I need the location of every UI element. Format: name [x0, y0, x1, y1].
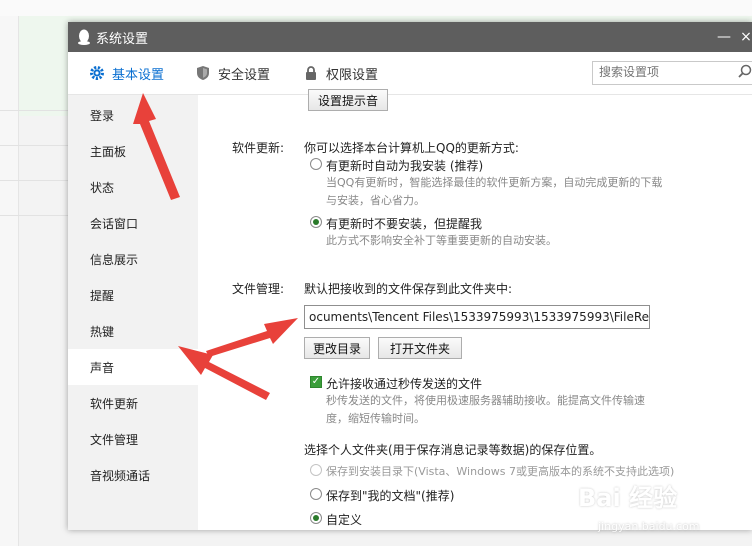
instant-transfer-description: 秒传发送的文件，将使用极速服务器辅助接收。能提高文件传输速 [326, 394, 645, 407]
tab-label: 基本设置 [112, 67, 165, 83]
sidebar-item-chat-window[interactable]: 会话窗口 [68, 205, 198, 241]
tab-security-settings[interactable]: 安全设置 [194, 52, 270, 94]
settings-content: 设置提示音 软件更新: 你可以选择本台计算机上QQ的更新方式: 有更新时自动为我… [198, 89, 752, 530]
minimize-button[interactable]: — [716, 29, 732, 45]
search-box[interactable] [592, 61, 752, 85]
sidebar-item-sound[interactable]: 声音 [68, 349, 198, 385]
change-directory-button[interactable]: 更改目录 [304, 337, 370, 359]
qq-penguin-icon [76, 29, 92, 45]
set-notification-sound-button[interactable]: 设置提示音 [308, 89, 388, 111]
instant-transfer-description-cont: 度，缩短传输时间。 [326, 412, 425, 425]
watermark-url: jingyan.baidu.com [598, 520, 700, 533]
remind-only-radio[interactable] [310, 216, 322, 228]
sidebar-item-main-panel[interactable]: 主面板 [68, 133, 198, 169]
open-folder-button[interactable]: 打开文件夹 [378, 337, 462, 359]
save-to-install-dir-label: 保存到安装目录下(Vista、Windows 7或更高版本的系统不支持此选项) [326, 465, 675, 478]
personal-folder-title: 选择个人文件夹(用于保存消息记录等数据)的保存位置。 [304, 443, 602, 457]
background-window-top [0, 0, 752, 17]
background-divider [0, 215, 68, 216]
settings-sidebar: 登录 主面板 状态 会话窗口 信息展示 提醒 热键 声音 软件更新 文件管理 音… [68, 95, 198, 530]
software-update-intro: 你可以选择本台计算机上QQ的更新方式: [304, 141, 519, 155]
background-divider [0, 180, 68, 181]
close-button[interactable]: × [738, 29, 752, 45]
sidebar-item-login[interactable]: 登录 [68, 97, 198, 133]
background-window-left [0, 16, 19, 546]
auto-install-radio[interactable] [310, 158, 322, 170]
custom-location-label[interactable]: 自定义 [326, 511, 362, 528]
sidebar-item-av-call[interactable]: 音视频通话 [68, 457, 198, 493]
save-folder-path-field[interactable]: ocuments\Tencent Files\1533975993\153397… [304, 305, 650, 329]
allow-instant-transfer-checkbox[interactable]: ✓ [310, 376, 322, 388]
tab-permission-settings[interactable]: 权限设置 [302, 52, 378, 94]
auto-install-description-cont: 与安装，省心省力。 [326, 194, 425, 207]
background-divider [0, 145, 68, 146]
save-to-install-dir-radio [310, 464, 322, 476]
settings-tab-bar: 基本设置 安全设置 权限设置 [68, 52, 752, 95]
gear-icon [88, 64, 106, 82]
sidebar-item-file-management[interactable]: 文件管理 [68, 421, 198, 457]
save-to-my-documents-radio[interactable] [310, 488, 322, 500]
shield-icon [194, 64, 212, 82]
auto-install-option-label[interactable]: 有更新时自动为我安装 (推荐) [326, 157, 483, 174]
title-bar[interactable]: 系统设置 — × [68, 22, 752, 52]
software-update-label: 软件更新: [232, 141, 285, 155]
lock-icon [302, 64, 320, 82]
search-input[interactable] [593, 62, 745, 82]
sidebar-item-reminder[interactable]: 提醒 [68, 277, 198, 313]
search-icon[interactable] [737, 64, 752, 80]
save-to-my-documents-label[interactable]: 保存到"我的文档"(推荐) [326, 487, 454, 504]
custom-location-radio[interactable] [310, 512, 322, 524]
sidebar-item-status[interactable]: 状态 [68, 169, 198, 205]
watermark-brand: Bai 经验 [578, 484, 678, 512]
remind-only-option-label[interactable]: 有更新时不要安装，但提醒我 [326, 215, 482, 232]
system-settings-window: 系统设置 — × 基本设置 安全设置 权限设置 搜索设置项 登录 主面板 状态 … [68, 22, 752, 530]
sidebar-item-software-update[interactable]: 软件更新 [68, 385, 198, 421]
sidebar-item-hotkeys[interactable]: 热键 [68, 313, 198, 349]
remind-only-description: 此方式不影响安全补丁等重要更新的自动安装。 [326, 234, 557, 247]
file-management-label: 文件管理: [232, 282, 285, 296]
tab-label: 安全设置 [218, 67, 271, 83]
tab-label: 权限设置 [326, 67, 379, 83]
allow-instant-transfer-label[interactable]: 允许接收通过秒传发送的文件 [326, 375, 482, 392]
file-save-intro: 默认把接收到的文件保存到此文件夹中: [304, 282, 513, 296]
auto-install-description: 当QQ有更新时，智能选择最佳的软件更新方案，自动完成更新的下载 [326, 176, 663, 189]
background-divider [0, 110, 68, 111]
sidebar-item-info-display[interactable]: 信息展示 [68, 241, 198, 277]
tab-basic-settings[interactable]: 基本设置 [88, 52, 164, 94]
window-title: 系统设置 [96, 31, 149, 47]
